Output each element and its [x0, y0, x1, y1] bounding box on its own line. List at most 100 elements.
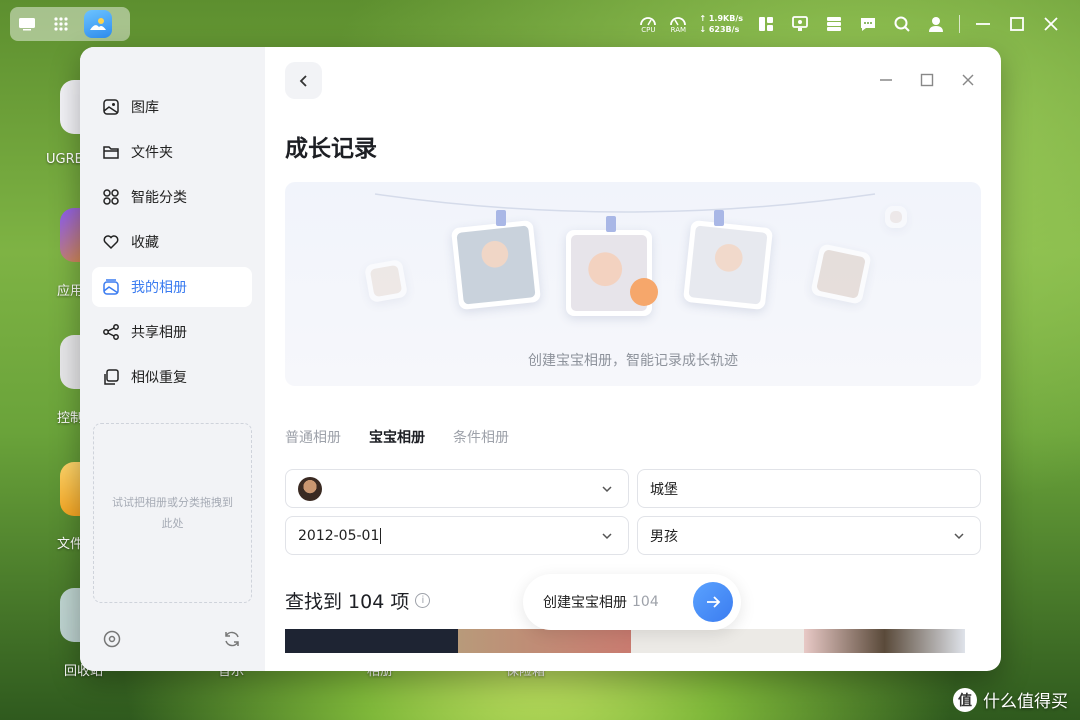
- photo-thumbnail[interactable]: [285, 629, 458, 653]
- photo-thumbnail[interactable]: [631, 629, 804, 653]
- birthday-select[interactable]: 2012-05-01: [285, 516, 629, 555]
- gender-value: 男孩: [650, 528, 678, 545]
- photo-clip: [714, 210, 724, 226]
- main-panel: 成长记录 创建宝宝相册，智能记录成长轨迹 普通相册 宝宝相册 条件相册 城堡 2…: [265, 47, 1001, 671]
- window-close-button[interactable]: [959, 71, 977, 89]
- create-button-label: 创建宝宝相册: [543, 595, 627, 611]
- tab-normal-album[interactable]: 普通相册: [285, 427, 341, 447]
- baby-photo-left: [450, 219, 542, 311]
- tab-conditional-album[interactable]: 条件相册: [453, 427, 509, 447]
- sidebar-item-label: 文件夹: [131, 145, 173, 161]
- page-title: 成长记录: [285, 136, 377, 162]
- download-speed: ↓ 623B/s: [699, 25, 740, 34]
- sidebar-item-shared-albums[interactable]: 共享相册: [92, 312, 252, 352]
- baby-photo-right: [682, 219, 774, 311]
- person-select[interactable]: [285, 469, 629, 508]
- drop-zone[interactable]: 试试把相册或分类拖拽到此处: [93, 423, 252, 603]
- minimize-all-icon[interactable]: [972, 13, 994, 35]
- duplicate-icon: [100, 366, 122, 388]
- baby-photo-faint: [885, 206, 907, 228]
- taskbar-separator: [959, 15, 960, 33]
- gallery-icon: [100, 96, 122, 118]
- upload-speed: ↑ 1.9KB/s: [699, 14, 743, 23]
- settings-icon[interactable]: [102, 629, 122, 653]
- drop-zone-text: 试试把相册或分类拖拽到此处: [112, 496, 233, 530]
- network-speed: ↑ 1.9KB/s ↓ 623B/s: [699, 13, 743, 35]
- birthday-value: 2012-05-01: [298, 527, 380, 544]
- chevron-left-icon: [299, 74, 307, 87]
- text-cursor: [380, 527, 382, 544]
- back-button[interactable]: [285, 62, 322, 99]
- taskbar-right-group: CPU RAM ↑ 1.9KB/s ↓ 623B/s: [639, 10, 1062, 38]
- chevron-down-icon: [954, 533, 964, 540]
- heart-icon: [100, 231, 122, 253]
- refresh-icon[interactable]: [222, 629, 242, 653]
- create-baby-album-button[interactable]: 创建宝宝相册 104: [523, 574, 741, 630]
- close-all-icon[interactable]: [1040, 13, 1062, 35]
- create-button-count: 104: [632, 594, 659, 610]
- sidebar-item-label: 智能分类: [131, 190, 187, 206]
- search-icon[interactable]: [891, 13, 913, 35]
- taskbar-left-group: [10, 7, 130, 41]
- gender-select[interactable]: 男孩: [637, 516, 981, 555]
- grid-icon: [100, 186, 122, 208]
- watermark-logo: 值: [953, 687, 977, 712]
- sidebar-item-label: 我的相册: [131, 280, 187, 296]
- window-maximize-button[interactable]: [918, 71, 936, 89]
- sidebar-item-label: 图库: [131, 100, 159, 116]
- sidebar: 图库 文件夹 智能分类 收藏 我的相册 共享相册 相似重复 试试把相册或分类拖拽…: [80, 47, 265, 671]
- monitor-icon[interactable]: [789, 13, 811, 35]
- arrow-right-icon[interactable]: [693, 582, 733, 622]
- photos-window: 图库 文件夹 智能分类 收藏 我的相册 共享相册 相似重复 试试把相册或分类拖拽…: [80, 47, 1001, 671]
- message-icon[interactable]: [857, 13, 879, 35]
- show-desktop-icon[interactable]: [10, 7, 44, 41]
- share-icon: [100, 321, 122, 343]
- sidebar-item-similar-duplicates[interactable]: 相似重复: [92, 357, 252, 397]
- chevron-down-icon: [602, 533, 612, 540]
- chevron-down-icon: [602, 486, 612, 493]
- photo-thumbnail[interactable]: [804, 629, 965, 653]
- folder-icon: [100, 141, 122, 163]
- banner-caption: 创建宝宝相册，智能记录成长轨迹: [528, 353, 738, 369]
- sidebar-item-smart-category[interactable]: 智能分类: [92, 177, 252, 217]
- baby-album-banner: 创建宝宝相册，智能记录成长轨迹: [285, 182, 981, 386]
- ram-meter[interactable]: RAM: [669, 14, 687, 34]
- baby-badge-icon: [630, 278, 658, 306]
- sidebar-footer: [102, 629, 242, 651]
- sidebar-item-label: 共享相册: [131, 325, 187, 341]
- watermark-text: 什么值得买: [983, 692, 1068, 712]
- widgets-icon[interactable]: [755, 13, 777, 35]
- user-icon[interactable]: [925, 13, 947, 35]
- cpu-label: CPU: [641, 26, 656, 34]
- results-count: 查找到 104 项 i: [285, 587, 431, 614]
- sidebar-item-my-albums[interactable]: 我的相册: [92, 267, 252, 307]
- photo-thumbnail-strip: [285, 629, 965, 653]
- photo-clip: [496, 210, 506, 226]
- baby-photo-blurred-right: [810, 243, 872, 305]
- baby-photo-blurred-left: [363, 258, 409, 304]
- watermark: 值 什么值得买: [953, 687, 1068, 712]
- album-icon: [100, 276, 122, 298]
- maximize-icon[interactable]: [1006, 13, 1028, 35]
- tab-baby-album[interactable]: 宝宝相册: [369, 427, 425, 447]
- sidebar-item-label: 相似重复: [131, 370, 187, 386]
- photo-clip: [606, 216, 616, 232]
- info-icon[interactable]: i: [415, 593, 431, 608]
- avatar: [298, 476, 322, 501]
- album-name-input[interactable]: 城堡: [637, 469, 981, 508]
- album-name-value: 城堡: [650, 481, 678, 498]
- album-type-tabs: 普通相册 宝宝相册 条件相册: [285, 427, 509, 447]
- cpu-meter[interactable]: CPU: [639, 14, 657, 34]
- sidebar-item-gallery[interactable]: 图库: [92, 87, 252, 127]
- photos-app-icon[interactable]: [84, 10, 112, 38]
- app-launcher-icon[interactable]: [44, 7, 78, 41]
- window-minimize-button[interactable]: [877, 71, 895, 89]
- storage-icon[interactable]: [823, 13, 845, 35]
- sidebar-item-favorites[interactable]: 收藏: [92, 222, 252, 262]
- results-count-label: 查找到 104 项: [285, 591, 410, 613]
- ram-label: RAM: [670, 26, 687, 34]
- sidebar-item-folder[interactable]: 文件夹: [92, 132, 252, 172]
- photo-thumbnail[interactable]: [458, 629, 631, 653]
- desktop-label-0: UGRE: [46, 152, 83, 167]
- system-taskbar: CPU RAM ↑ 1.9KB/s ↓ 623B/s: [0, 0, 1080, 48]
